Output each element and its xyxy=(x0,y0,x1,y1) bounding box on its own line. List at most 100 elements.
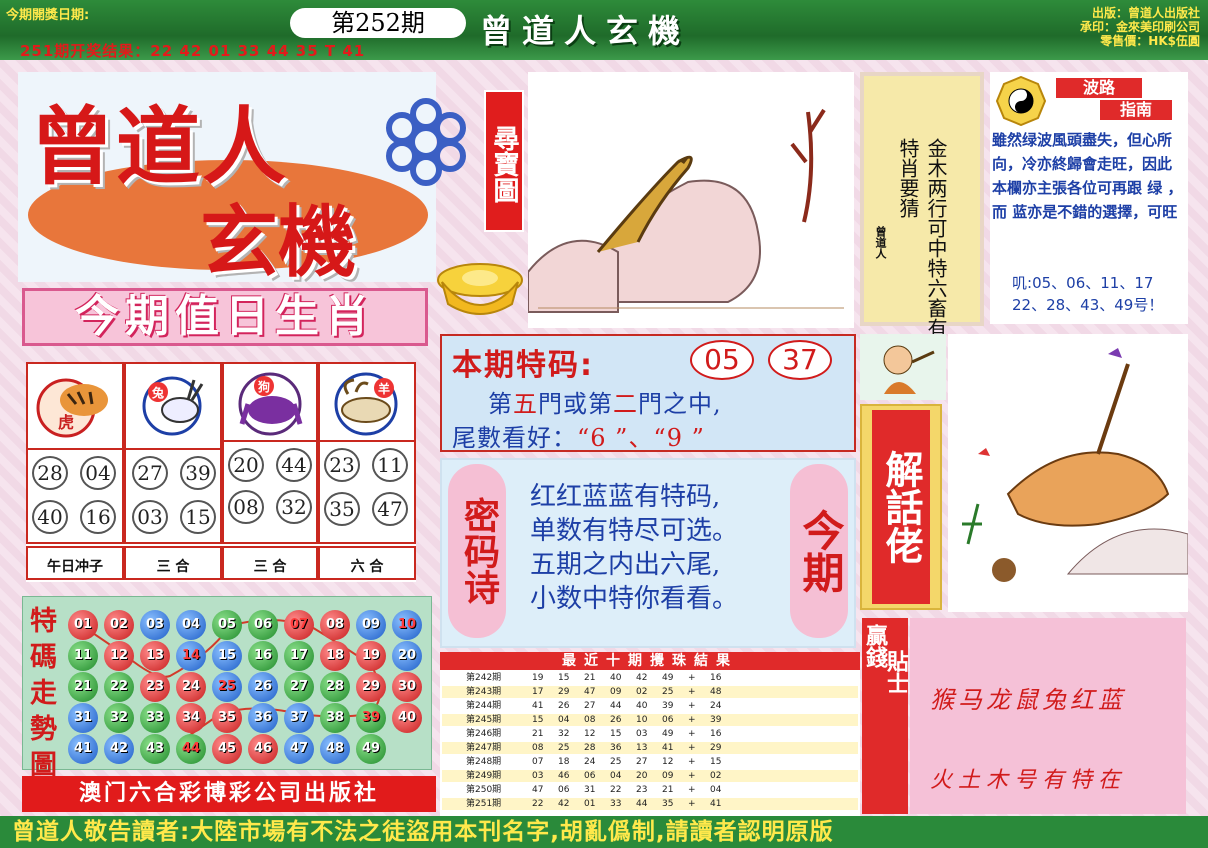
zodiac-number: 44 xyxy=(276,448,312,482)
tail-numbers: “6 ”、“9 ” xyxy=(577,424,705,452)
history-value: 04 xyxy=(558,715,570,725)
number-ball: 28 xyxy=(320,672,350,702)
number-ball: 24 xyxy=(176,672,206,702)
history-row: 第246期 21 32 12 15 03 49 +16 xyxy=(442,728,858,740)
history-value: 13 xyxy=(636,743,648,753)
zodiac-number: 03 xyxy=(132,500,168,534)
last-result: 251期开奖结果：22 42 01 33 44 35 T 41 xyxy=(20,42,366,60)
zodiac-number: 27 xyxy=(132,456,168,490)
rabbit-char: 兔 xyxy=(151,385,164,400)
history-header: 最近十期攪珠結果 xyxy=(440,652,860,670)
history-value: 01 xyxy=(584,799,596,809)
history-issue: 第251期 xyxy=(466,799,502,809)
number-ball: 16 xyxy=(248,641,278,671)
history-value: 25 xyxy=(662,687,674,697)
bagua-icon xyxy=(996,76,1046,126)
numbers-list: 05、06、11、17 22、28、43、49号！ xyxy=(1012,274,1164,314)
number-ball: 46 xyxy=(248,734,278,764)
number-ball: 31 xyxy=(68,703,98,733)
tips-line: 火土木号有特在 xyxy=(930,768,1127,793)
special-line-tails: 尾數看好：“6 ”、“9 ” xyxy=(452,418,705,453)
history-issue: 第245期 xyxy=(466,715,502,725)
history-issue: 第250期 xyxy=(466,785,502,795)
history-value: 41 xyxy=(532,701,544,711)
history-value: 24 xyxy=(710,701,722,711)
text-fragment: 門或第 xyxy=(538,390,613,418)
history-value: 16 xyxy=(710,673,722,683)
tips-tag-right: 貼士 xyxy=(883,650,908,694)
history-value: 15 xyxy=(558,673,570,683)
history-value: 49 xyxy=(662,729,674,739)
zodiac-number: 16 xyxy=(80,500,116,534)
history-value: 41 xyxy=(662,743,674,753)
history-value: + xyxy=(688,687,696,697)
history-value: 27 xyxy=(636,757,648,767)
number-ball: 09 xyxy=(356,610,386,640)
zodiac-number: 39 xyxy=(180,456,216,490)
history-value: 03 xyxy=(636,729,648,739)
history-value: 12 xyxy=(662,757,674,767)
number-ball: 21 xyxy=(68,672,98,702)
history-issue: 第242期 xyxy=(466,673,502,683)
tips-tag-left: 贏錢 xyxy=(862,624,887,668)
number-ball: 06 xyxy=(248,610,278,640)
number-ball: 02 xyxy=(104,610,134,640)
number-ball: 43 xyxy=(140,734,170,764)
poem-line: 五期之内出六尾, xyxy=(530,550,721,580)
history-value: 24 xyxy=(584,757,596,767)
history-value: 28 xyxy=(584,743,596,753)
wave-guide-text: 雖然绿波風頭盡失，但心所向，冷亦終歸會走旺，因此本欄亦主張各位可再跟 绿 ，而 … xyxy=(992,131,1183,221)
history-row: 第247期 08 25 28 36 13 41 +29 xyxy=(442,742,858,754)
history-value: 39 xyxy=(710,715,722,725)
poem-line: 红红蓝蓝有特码, xyxy=(530,482,721,512)
masthead-title: 曾道人玄機 xyxy=(480,12,691,50)
history-value: 40 xyxy=(610,673,622,683)
history-value: 21 xyxy=(532,729,544,739)
zodiac-relation-label: 三 合 xyxy=(156,559,190,575)
history-value: 04 xyxy=(710,785,722,795)
door-number: 二 xyxy=(613,390,638,418)
history-value: + xyxy=(688,729,696,739)
history-value: 44 xyxy=(636,799,648,809)
history-row: 第251期 22 42 01 33 44 35 +41 xyxy=(442,798,858,810)
tiger-char: 虎 xyxy=(58,413,74,432)
logo-sub-text: 玄機 xyxy=(200,197,357,288)
number-ball: 01 xyxy=(68,610,98,640)
history-value: + xyxy=(688,785,696,795)
history-value: 16 xyxy=(710,729,722,739)
history-value: + xyxy=(688,799,696,809)
tiger-scene-illustration xyxy=(948,334,1188,612)
number-ball: 35 xyxy=(212,703,242,733)
zodiac-relation-label: 午日冲子 xyxy=(47,559,103,575)
number-ball: 20 xyxy=(392,641,422,671)
history-value: 47 xyxy=(584,687,596,697)
number-ball: 29 xyxy=(356,672,386,702)
lizard-scene-illustration xyxy=(528,72,854,328)
number-ball: 32 xyxy=(104,703,134,733)
history-value: 46 xyxy=(558,771,570,781)
history-value: 07 xyxy=(532,757,544,767)
zodiac-number: 23 xyxy=(324,448,360,482)
zodiac-number: 15 xyxy=(180,500,216,534)
zodiac-cell-dog: 狗 xyxy=(222,362,318,442)
number-ball: 25 xyxy=(212,672,242,702)
number-ball: 34 xyxy=(176,703,206,733)
history-value: 29 xyxy=(558,687,570,697)
history-value: + xyxy=(688,673,696,683)
history-value: 39 xyxy=(662,701,674,711)
number-ball: 10 xyxy=(392,610,422,640)
history-value: 47 xyxy=(532,785,544,795)
history-value: 02 xyxy=(636,687,648,697)
zodiac-number: 20 xyxy=(228,448,264,482)
number-ball: 39 xyxy=(356,703,386,733)
history-value: 41 xyxy=(710,799,722,809)
number-ball: 17 xyxy=(284,641,314,671)
zodiac-number: 40 xyxy=(32,500,68,534)
history-row: 第250期 47 06 31 22 23 21 +04 xyxy=(442,784,858,796)
history-value: 32 xyxy=(558,729,570,739)
special-code-2: 37 xyxy=(768,340,832,380)
number-ball: 07 xyxy=(284,610,314,640)
number-ball: 44 xyxy=(176,734,206,764)
text-fragment: 尾數看好： xyxy=(452,424,577,452)
special-line-doors: 第五門或第二門之中, xyxy=(488,384,722,419)
